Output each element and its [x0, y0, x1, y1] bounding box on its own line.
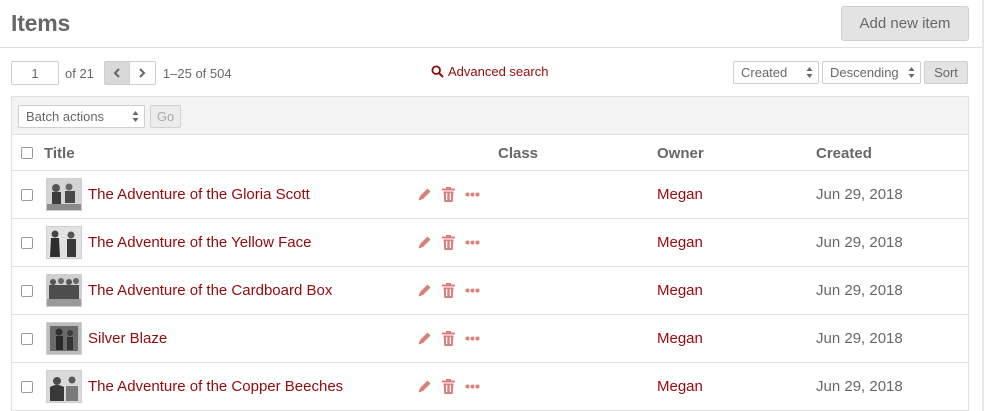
column-header-title[interactable]: Title	[44, 145, 75, 162]
created-date: Jun 29, 2018	[816, 282, 903, 299]
select-arrows-icon	[908, 67, 915, 78]
more-options-icon[interactable]	[465, 336, 480, 341]
row-actions	[417, 379, 480, 394]
select-all-checkbox[interactable]	[21, 147, 33, 159]
row-checkbox[interactable]	[21, 333, 33, 345]
item-thumbnail[interactable]	[46, 370, 82, 403]
table-row: Silver Blaze Megan Jun 29, 2018	[12, 315, 968, 363]
created-date: Jun 29, 2018	[816, 330, 903, 347]
pencil-icon[interactable]	[417, 283, 432, 298]
pencil-icon[interactable]	[417, 331, 432, 346]
owner-link[interactable]: Megan	[657, 330, 703, 347]
trash-icon[interactable]	[442, 331, 455, 346]
row-checkbox[interactable]	[21, 189, 33, 201]
sort-controls: Created Descending Sort	[733, 61, 968, 84]
table-row: The Adventure of the Gloria Scott Megan …	[12, 171, 968, 219]
item-thumbnail[interactable]	[46, 322, 82, 355]
created-date: Jun 29, 2018	[816, 234, 903, 251]
advanced-search-link[interactable]: Advanced search	[431, 64, 548, 79]
row-actions	[417, 187, 480, 202]
page-header: Items Add new item	[0, 0, 984, 48]
column-header-class[interactable]: Class	[498, 145, 538, 162]
row-checkbox[interactable]	[21, 237, 33, 249]
select-arrows-icon	[132, 111, 139, 122]
created-date: Jun 29, 2018	[816, 378, 903, 395]
page-count-label: of 21	[65, 65, 94, 81]
batch-actions-bar: Batch actions Go	[12, 97, 968, 135]
more-options-icon[interactable]	[465, 288, 480, 293]
item-title-link[interactable]: The Adventure of the Copper Beeches	[88, 378, 343, 395]
page-title: Items	[11, 10, 71, 36]
previous-page-button[interactable]	[103, 61, 130, 85]
batch-actions-select[interactable]: Batch actions	[18, 105, 145, 128]
select-arrows-icon	[806, 67, 813, 78]
row-actions	[417, 235, 480, 250]
item-title-link[interactable]: The Adventure of the Cardboard Box	[88, 282, 332, 299]
table-row: The Adventure of the Copper Beeches Mega…	[12, 363, 968, 411]
sort-button[interactable]: Sort	[924, 61, 968, 84]
table-header: Title Class Owner Created	[12, 135, 968, 171]
trash-icon[interactable]	[442, 187, 455, 202]
pencil-icon[interactable]	[417, 379, 432, 394]
advanced-search-label: Advanced search	[448, 64, 549, 79]
created-date: Jun 29, 2018	[816, 186, 903, 203]
owner-link[interactable]: Megan	[657, 186, 703, 203]
owner-link[interactable]: Megan	[657, 282, 703, 299]
table-row: The Adventure of the Yellow Face Megan J…	[12, 219, 968, 267]
more-options-icon[interactable]	[465, 192, 480, 197]
sort-order-select[interactable]: Descending	[822, 61, 921, 84]
more-options-icon[interactable]	[465, 240, 480, 245]
add-new-item-button[interactable]: Add new item	[841, 6, 969, 41]
item-title-link[interactable]: Silver Blaze	[88, 330, 167, 347]
items-table: Batch actions Go Title Class Owner Creat…	[11, 96, 969, 411]
owner-link[interactable]: Megan	[657, 234, 703, 251]
row-actions	[417, 283, 480, 298]
chevron-right-icon	[139, 68, 146, 78]
pencil-icon[interactable]	[417, 187, 432, 202]
row-actions	[417, 331, 480, 346]
sort-field-select[interactable]: Created	[733, 61, 819, 84]
more-options-icon[interactable]	[465, 384, 480, 389]
row-checkbox[interactable]	[21, 381, 33, 393]
item-thumbnail[interactable]	[46, 178, 82, 211]
trash-icon[interactable]	[442, 235, 455, 250]
item-thumbnail[interactable]	[46, 274, 82, 307]
trash-icon[interactable]	[442, 379, 455, 394]
results-range: 1–25 of 504	[162, 65, 232, 81]
pencil-icon[interactable]	[417, 235, 432, 250]
item-thumbnail[interactable]	[46, 226, 82, 259]
sort-field-value: Created	[741, 65, 788, 80]
pager-buttons	[103, 61, 156, 85]
row-checkbox[interactable]	[21, 285, 33, 297]
column-header-owner[interactable]: Owner	[657, 145, 704, 162]
item-title-link[interactable]: The Adventure of the Gloria Scott	[88, 186, 310, 203]
batch-go-button[interactable]: Go	[150, 105, 181, 128]
chevron-left-icon	[113, 68, 120, 78]
next-page-button[interactable]	[129, 61, 156, 85]
owner-link[interactable]: Megan	[657, 378, 703, 395]
sort-order-value: Descending	[830, 65, 899, 80]
item-title-link[interactable]: The Adventure of the Yellow Face	[88, 234, 311, 251]
search-icon	[431, 65, 444, 78]
page-number-input[interactable]	[11, 61, 59, 85]
table-row: The Adventure of the Cardboard Box Megan…	[12, 267, 968, 315]
column-header-created[interactable]: Created	[816, 145, 872, 162]
trash-icon[interactable]	[442, 283, 455, 298]
pagination: of 21 1–25 of 504	[11, 60, 232, 86]
batch-actions-value: Batch actions	[26, 109, 105, 124]
